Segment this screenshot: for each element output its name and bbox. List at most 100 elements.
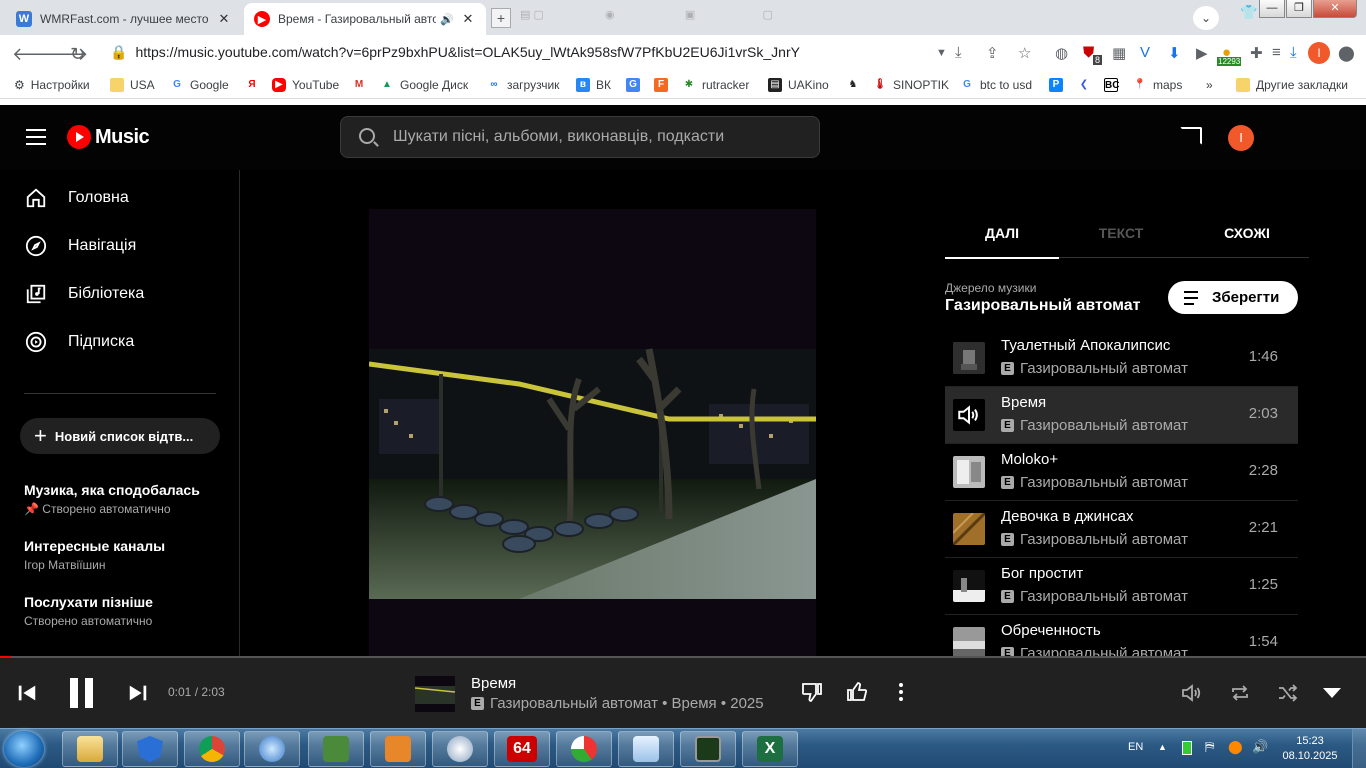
list-icon[interactable]: ≡ <box>1272 44 1281 61</box>
taskbar-media-player[interactable] <box>370 731 426 767</box>
dislike-button[interactable] <box>800 680 824 709</box>
new-tab-button[interactable]: + <box>491 8 511 28</box>
install-icon[interactable]: ⤓ <box>955 44 962 61</box>
bookmark-sinoptik[interactable]: 🌡 SINOPTIK <box>873 78 949 92</box>
bookmark-f[interactable]: F <box>654 78 674 92</box>
url-field[interactable]: 🔒 https://music.youtube.com/watch?v=6prPz… <box>110 44 800 61</box>
expand-player-button[interactable] <box>1322 686 1342 705</box>
bookmark-arrow[interactable]: ❮ <box>1077 78 1097 92</box>
bookmark-downloader[interactable]: ∞ загрузчик <box>487 78 559 92</box>
profile-avatar[interactable]: I <box>1308 42 1330 64</box>
taskbar-aida64[interactable]: 64 <box>494 731 550 767</box>
dropdown-arrow-icon[interactable]: ▼ <box>936 47 947 59</box>
bookmark-yandex[interactable]: Я <box>245 78 265 92</box>
bookmark-translate[interactable]: G <box>626 78 646 92</box>
now-playing-title[interactable]: Время <box>471 675 516 692</box>
now-playing-meta-text[interactable]: Газировальный автомат • Время • 2025 <box>490 695 764 712</box>
playlist-listen-later[interactable]: Послухати пізніше Створено автоматично <box>24 594 224 628</box>
cast-icon[interactable] <box>1180 127 1202 145</box>
bookmark-google-drive[interactable]: ▲ Google Диск <box>380 78 468 92</box>
queue-item[interactable]: Moloko+ E Газировальный автомат 2:28 <box>945 444 1298 501</box>
queue-item[interactable]: Обреченность E Газировальный автомат 1:54 <box>945 615 1298 660</box>
bookmark-other[interactable]: Другие закладки <box>1236 78 1348 92</box>
bookmark-bc[interactable]: BC <box>1104 78 1124 92</box>
ytm-logo[interactable]: Music <box>67 125 150 149</box>
sidebar-item-library[interactable]: Бібліотека <box>24 282 144 306</box>
source-name[interactable]: Газировальный автомат <box>945 297 1141 315</box>
terminal-icon[interactable]: ▶ <box>1196 44 1208 62</box>
bookmark-youtube[interactable]: ▶ YouTube <box>272 78 339 92</box>
search-box[interactable] <box>340 116 820 158</box>
bookmark-gmail[interactable]: M <box>352 78 372 92</box>
queue-item[interactable]: Бог простит E Газировальный автомат 1:25 <box>945 558 1298 615</box>
close-tab-icon[interactable]: ✕ <box>216 11 232 27</box>
taskbar-clock-app[interactable] <box>432 731 488 767</box>
download-ext-icon[interactable]: ⬇ <box>1168 44 1181 62</box>
avatar[interactable]: I <box>1228 125 1254 151</box>
minimize-button[interactable]: — <box>1259 0 1285 18</box>
taskbar-excel[interactable]: X <box>742 731 798 767</box>
queue-item[interactable]: Туалетный Апокалипсис E Газировальный авт… <box>945 330 1298 387</box>
bookmark-rutracker[interactable]: ✱ rutracker <box>682 78 749 92</box>
bookmark-vk[interactable]: в ВК <box>576 78 611 92</box>
bookmark-btc-to-usd[interactable]: Gbtc to usd <box>960 78 1032 92</box>
language-indicator[interactable]: EN <box>1128 741 1143 753</box>
network-icon[interactable]: ⛿ <box>1205 739 1214 755</box>
bookmark-p[interactable]: P <box>1049 78 1069 92</box>
tab-search-chevron-icon[interactable]: ⌄ <box>1193 6 1219 30</box>
customize-shirt-icon[interactable]: 👕 <box>1240 4 1257 21</box>
bookmark-google[interactable]: G Google <box>170 78 229 92</box>
bookmark-settings[interactable]: ⚙ Настройки <box>14 78 90 92</box>
tab-wmrfast[interactable]: W WMRFast.com - лучшее место для ✕ <box>6 3 242 35</box>
bookmark-usa[interactable]: USA <box>110 78 155 92</box>
queue-item[interactable]: Девочка в джинсах E Газировальный автомат… <box>945 501 1298 558</box>
shuffle-button[interactable] <box>1276 681 1300 710</box>
puzzle-icon[interactable]: ✚ <box>1250 44 1263 62</box>
sidebar-item-home[interactable]: Головна <box>24 186 129 210</box>
taskbar-explorer[interactable] <box>62 731 118 767</box>
queue-item-playing[interactable]: Время E Газировальный автомат 2:03 <box>945 387 1298 444</box>
share-icon[interactable]: ⇪ <box>986 44 999 62</box>
maximize-button[interactable]: ❐ <box>1286 0 1312 18</box>
bookmark-uakino[interactable]: ▤ UAKino <box>768 78 829 92</box>
bookmark-maps[interactable]: 📍 maps <box>1133 78 1182 92</box>
clock[interactable]: 15:23 08.10.2025 <box>1280 734 1340 764</box>
chrome-menu-icon[interactable]: ⬤ <box>1338 44 1355 62</box>
reload-icon[interactable]: ↻ <box>70 44 85 65</box>
volume-tray-icon[interactable]: 🔊 <box>1252 739 1268 755</box>
taskbar-chart-app[interactable] <box>556 731 612 767</box>
taskbar-antivirus[interactable] <box>122 731 178 767</box>
repeat-button[interactable] <box>1228 681 1252 710</box>
playlist-liked-music[interactable]: Музика, яка сподобалась 📌 Створено автом… <box>24 482 224 516</box>
search-input[interactable] <box>393 117 813 157</box>
sidebar-item-explore[interactable]: Навігація <box>24 234 136 258</box>
taskbar-notepad[interactable] <box>618 731 674 767</box>
extension-icon[interactable]: ▦ <box>1112 44 1126 62</box>
tab-related[interactable]: СХОЖІ <box>1190 225 1304 241</box>
tab-up-next[interactable]: ДАЛІ <box>945 225 1059 259</box>
volume-button[interactable] <box>1180 681 1204 710</box>
tab-lyrics[interactable]: ТЕКСТ <box>1064 225 1178 241</box>
translate-icon[interactable]: ◍ <box>1055 44 1068 62</box>
tray-expand-icon[interactable]: ▲ <box>1158 742 1167 752</box>
close-tab-icon[interactable]: ✕ <box>460 11 476 27</box>
show-desktop-button[interactable] <box>1352 729 1366 768</box>
start-button[interactable] <box>4 731 44 767</box>
new-playlist-button[interactable]: + Новий список відтв... <box>20 418 220 454</box>
menu-icon[interactable] <box>26 129 46 145</box>
taskbar-app-green[interactable] <box>308 731 364 767</box>
progress-bar[interactable] <box>0 656 1366 658</box>
more-options-button[interactable] <box>896 680 906 709</box>
like-button[interactable] <box>845 680 869 709</box>
next-button[interactable] <box>127 682 149 709</box>
tab-youtube-music[interactable]: ▶ Время - Газировальный автомат 🔊 ✕ <box>244 3 486 35</box>
now-playing-thumbnail[interactable] <box>415 676 455 712</box>
taskbar-globe[interactable] <box>244 731 300 767</box>
save-button[interactable]: Зберегти <box>1168 281 1298 314</box>
taskbar-chrome[interactable] <box>184 731 240 767</box>
pause-button[interactable] <box>68 676 96 715</box>
bookmarks-more-button[interactable]: » <box>1206 78 1213 92</box>
close-window-button[interactable]: ✕ <box>1313 0 1357 18</box>
bookmark-star-icon[interactable]: ☆ <box>1018 44 1031 62</box>
battery-icon[interactable] <box>1182 741 1192 755</box>
